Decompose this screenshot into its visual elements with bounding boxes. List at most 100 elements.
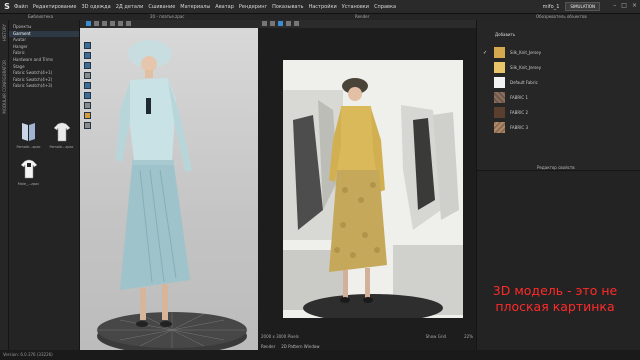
avatar-display-icon[interactable] [84,62,91,69]
modular-configurator-tab[interactable]: MODULAR CONFIGURATOR [2,60,7,114]
fabric-name: FABRIC 1 [510,95,528,100]
property-editor [477,170,640,350]
fabric-row[interactable]: ✓ Silk_Knit_Jersey [477,45,640,60]
tile-label: Female...zpac [16,145,41,149]
fabric-name: FABRIC 2 [510,110,528,115]
render-viewport[interactable]: 2000 x 3000 Pixels Show Grid 22% Render … [258,20,476,350]
minimize-icon[interactable]: – [613,2,616,9]
add-button[interactable]: Добавить [495,32,515,37]
stress-map-icon[interactable] [84,92,91,99]
maximize-icon[interactable]: □ [621,2,627,9]
render-settings-icon[interactable] [278,21,283,26]
render-stop-icon[interactable] [270,21,275,26]
fabric-row[interactable]: Default Fabric [477,75,640,90]
fabric-name: Silk_Knit_Jersey [510,65,542,70]
simulate-icon[interactable] [102,21,107,26]
library-item-hardware[interactable]: Hardware and Trims [9,57,79,64]
overlay-caption: 3D модель - это не плоская картинка [480,283,630,315]
fabric-swatch [494,62,505,73]
lock-icon[interactable] [84,112,91,119]
menu-file[interactable]: Файл [14,4,28,10]
fabric-name: Default Fabric [510,80,538,85]
menu-display[interactable]: Показывать [272,4,303,10]
view-tool-icon[interactable] [84,42,91,49]
display-tool-icon[interactable] [84,52,91,59]
fabric-swatch [494,122,505,133]
library-title: Библиотека [28,14,54,19]
library-item-avatar[interactable]: Avatar [9,37,79,44]
library-item-fabric[interactable]: Fabric [9,50,79,57]
menu-3d-garment[interactable]: 3D одежда [81,4,110,10]
fabric-list: ✓ Silk_Knit_Jersey Silk_Knit_Jersey Defa… [477,45,640,135]
library-item-swatch-1[interactable]: Fabric Swatch(4+1) [9,70,79,77]
camera-icon[interactable] [84,122,91,129]
user-name[interactable]: mifo_1 [543,4,560,10]
render-image [283,60,463,318]
file-title: 20 - платье.zpac [150,14,185,19]
menu-render[interactable]: Рендеринг [239,4,267,10]
menu-preferences[interactable]: Установки [342,4,369,10]
status-bar: Version: 6.0.376 (33226) [0,350,640,360]
render-title: Render [355,14,370,19]
pin-tool-icon[interactable] [110,21,115,26]
render-save-icon[interactable] [286,21,291,26]
fabric-swatch [494,77,505,88]
menu-materials[interactable]: Материалы [180,4,210,10]
tile-label: Male_...zpac [17,182,40,186]
history-tab[interactable]: HISTORY [2,24,7,41]
select-tool-icon[interactable] [86,21,91,26]
menu-bar: S Файл Редактирование 3D одежда 2Д детал… [0,0,640,14]
zoom-level[interactable]: 22% [464,334,473,339]
library-item-projects[interactable]: Проекты [9,24,79,31]
render-camera-icon[interactable] [294,21,299,26]
brush-tool-icon[interactable] [126,21,131,26]
fabric-swatch [494,107,505,118]
menu-2d-pattern[interactable]: 2Д детали [116,4,144,10]
simulation-button[interactable]: SIMULATION [565,2,600,11]
library-item-swatch-3[interactable]: Fabric Swatch(4+3) [9,83,79,90]
library-tile[interactable]: Male_...zpac [12,157,45,186]
menu-avatar[interactable]: Аватар [215,4,234,10]
fabric-name: Silk_Knit_Jersey [510,50,542,55]
fold-tool-icon[interactable] [118,21,123,26]
render-start-icon[interactable] [262,21,267,26]
fabric-swatch [494,92,505,103]
female-garment-icon [18,120,40,144]
fabric-row[interactable]: FABRIC 2 [477,105,640,120]
menu-edit[interactable]: Редактирование [33,4,77,10]
render-size: 2000 x 3000 Pixels [261,334,299,339]
render-toolbar [258,20,476,28]
menu-settings[interactable]: Настройки [308,4,336,10]
show-grid-toggle[interactable]: Show Grid [426,334,446,339]
shirt-icon [51,120,73,144]
menu-help[interactable]: Справка [374,4,396,10]
tab-2d-pattern-window[interactable]: 2D Pattern Window [281,344,319,349]
3d-side-tools [84,42,92,129]
library-tile[interactable]: Female...zpac [12,120,45,149]
garment-display-icon[interactable] [84,72,91,79]
tab-render[interactable]: Render [261,344,275,349]
object-browser-title: Обозреватель объектов [536,14,587,19]
3d-toolbar [80,20,258,28]
close-icon[interactable]: × [632,2,637,9]
texture-display-icon[interactable] [84,82,91,89]
render-tabs: Render 2D Pattern Window [258,342,476,350]
library-item-swatch-2[interactable]: Fabric Swatch(4+2) [9,77,79,84]
library-item-hanger[interactable]: Hanger [9,44,79,51]
library-item-garment[interactable]: Garment [9,30,79,38]
3d-viewport[interactable] [80,20,258,350]
caption-line-1: 3D модель - это не [492,283,618,298]
library-tile[interactable]: Female...zpac [45,120,78,149]
library-panel: Проекты Garment Avatar Hanger Fabric Har… [9,20,80,350]
move-tool-icon[interactable] [94,21,99,26]
library-item-stage[interactable]: Stage [9,64,79,71]
fabric-name: FABRIC 3 [510,125,528,130]
avatar-3d-model [97,40,247,350]
fabric-row[interactable]: Silk_Knit_Jersey [477,60,640,75]
left-tab-strip: HISTORY MODULAR CONFIGURATOR [0,20,9,350]
fabric-row[interactable]: FABRIC 1 [477,90,640,105]
male-garment-icon [18,157,40,181]
fabric-row[interactable]: FABRIC 3 [477,120,640,135]
thickness-icon[interactable] [84,102,91,109]
menu-sewing[interactable]: Сшивание [148,4,175,10]
